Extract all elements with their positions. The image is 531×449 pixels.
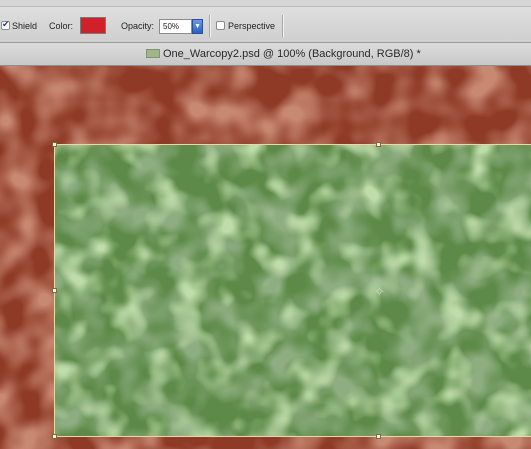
shield-checkbox[interactable] (1, 19, 10, 30)
crop-handle-bottom-center[interactable] (376, 434, 381, 439)
document-thumbnail-icon (146, 49, 160, 58)
crop-options-row: Shield Color: Opacity: 50% ▼ Perspective (0, 10, 531, 40)
toolbar-separator (282, 15, 284, 37)
canvas-image (0, 66, 531, 449)
crop-handle-bottom-left[interactable] (52, 434, 57, 439)
crop-handle-middle-left[interactable] (52, 288, 57, 293)
crop-handle-top-left[interactable] (52, 142, 57, 147)
opacity-label: Opacity: (121, 21, 155, 31)
document-tab[interactable]: One_Warcopy2.psd @ 100% (Background, RGB… (0, 43, 531, 66)
options-bar: Shield Color: Opacity: 50% ▼ Perspective (0, 0, 531, 43)
crop-center-point-icon[interactable]: ✧ (373, 285, 386, 298)
crop-handle-top-center[interactable] (376, 142, 381, 147)
crop-region-light-texture (54, 144, 531, 436)
toolbar-separator (209, 15, 211, 37)
options-bar-top-strip (0, 0, 531, 7)
opacity-input[interactable]: 50% (159, 19, 192, 34)
shield-label: Shield (12, 21, 38, 31)
perspective-label: Perspective (228, 21, 276, 31)
color-label: Color: (49, 21, 74, 31)
document-title: One_Warcopy2.psd @ 100% (Background, RGB… (163, 48, 421, 60)
opacity-dropdown-button[interactable]: ▼ (192, 19, 203, 34)
shield-color-swatch[interactable] (80, 17, 106, 34)
document-canvas[interactable]: ✧ (0, 66, 531, 449)
perspective-checkbox[interactable] (216, 21, 225, 30)
